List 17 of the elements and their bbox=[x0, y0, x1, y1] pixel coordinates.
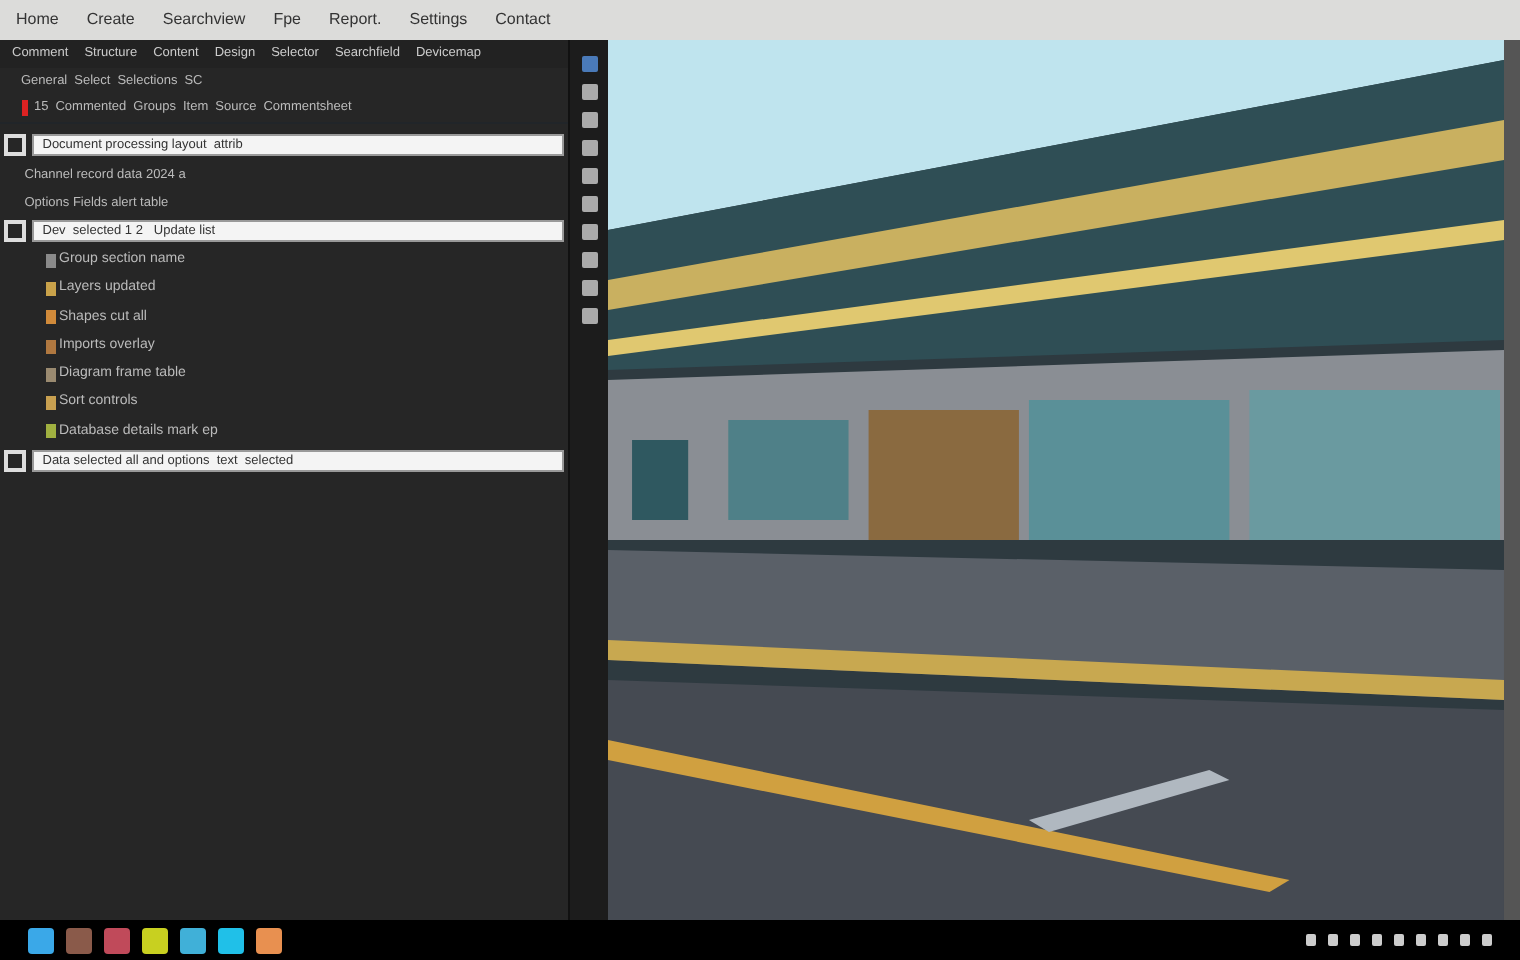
frame-icon bbox=[3, 220, 26, 243]
taskbar-app-icon[interactable] bbox=[28, 927, 54, 953]
menu-item[interactable]: Fpe bbox=[273, 8, 302, 32]
taskbar-app-icon[interactable] bbox=[180, 927, 206, 953]
taskbar-app-icon[interactable] bbox=[218, 927, 244, 953]
frame-icon bbox=[3, 449, 26, 471]
menu-item[interactable]: Searchview bbox=[162, 8, 246, 32]
frame-icon bbox=[3, 133, 26, 156]
menu-item[interactable]: Home bbox=[16, 8, 59, 32]
menu-item[interactable]: Settings bbox=[409, 8, 468, 32]
taskbar-app-icon[interactable] bbox=[142, 927, 168, 953]
scrollbar[interactable] bbox=[1504, 40, 1520, 920]
menu-item[interactable]: Create bbox=[86, 8, 135, 32]
menu-item[interactable]: Contact bbox=[495, 8, 551, 32]
menu-item[interactable]: Report. bbox=[329, 8, 382, 32]
taskbar-app-icon[interactable] bbox=[256, 927, 282, 953]
marker-icon bbox=[21, 99, 27, 116]
